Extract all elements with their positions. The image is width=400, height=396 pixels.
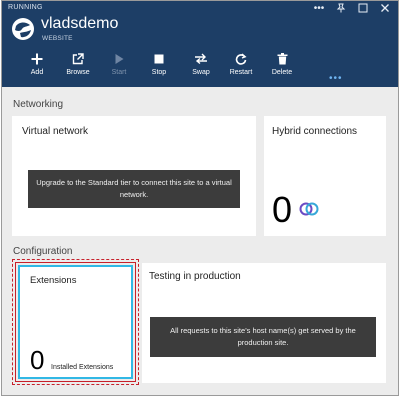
restart-label: Restart [229,69,253,76]
testing-in-production-title: Testing in production [149,271,241,282]
restart-button[interactable]: Restart [221,51,261,81]
stop-label: Stop [151,69,167,76]
blade: RUNNING ••• vladsdemo WEBSITE Add Browse… [1,0,399,396]
restart-icon [235,51,247,67]
swap-label: Swap [192,69,210,76]
delete-button[interactable]: Delete [262,51,302,81]
swap-icon [194,51,208,67]
testing-in-production-tile[interactable]: Testing in production All requests to th… [142,263,386,383]
hybrid-connections-tile[interactable]: Hybrid connections 0 [264,116,386,236]
stop-icon [153,51,165,67]
pin-icon[interactable] [330,1,352,15]
browse-button[interactable]: Browse [58,51,98,81]
networking-section-label: Networking [13,99,64,110]
virtual-network-title: Virtual network [22,126,88,137]
testing-in-production-banner: All requests to this site's host name(s)… [150,317,376,357]
browse-label: Browse [66,69,90,76]
restore-icon[interactable] [352,1,374,15]
blade-scrollbar[interactable] [392,87,398,395]
window-controls: ••• [308,1,396,15]
site-type: WEBSITE [42,35,73,42]
blade-header: RUNNING ••• vladsdemo WEBSITE Add Browse… [2,1,398,87]
virtual-network-upgrade-banner: Upgrade to the Standard tier to connect … [28,170,240,208]
swap-button[interactable]: Swap [181,51,221,81]
configuration-section-label: Configuration [13,246,73,257]
plus-icon [31,51,43,67]
start-button[interactable]: Start [99,51,139,81]
more-commands-icon[interactable]: ••• [329,73,343,84]
extensions-caption: Installed Extensions [51,364,114,371]
hybrid-connections-title: Hybrid connections [272,126,358,137]
extensions-title: Extensions [30,275,77,286]
more-options-icon[interactable]: ••• [308,1,330,15]
delete-label: Delete [271,69,293,76]
website-globe-icon [11,17,35,41]
add-button[interactable]: Add [17,51,57,81]
stop-button[interactable]: Stop [139,51,179,81]
start-label: Start [111,69,127,76]
play-icon [113,51,125,67]
hybrid-connections-count: 0 [272,189,293,230]
trash-icon [277,51,288,67]
extensions-tile-highlight: Extensions 0 Installed Extensions [12,259,139,385]
close-icon[interactable] [374,1,396,15]
status-label: RUNNING [8,4,43,11]
virtual-network-tile[interactable]: Virtual network Upgrade to the Standard … [12,116,256,236]
hybrid-connection-icon [299,199,319,219]
add-label: Add [30,69,44,76]
extensions-tile-highlight-inner: Extensions 0 Installed Extensions [15,262,136,382]
extensions-count: 0 [30,345,45,375]
site-name: vladsdemo [41,15,119,32]
extensions-tile[interactable]: Extensions 0 Installed Extensions [18,265,133,379]
external-link-icon [72,51,84,67]
